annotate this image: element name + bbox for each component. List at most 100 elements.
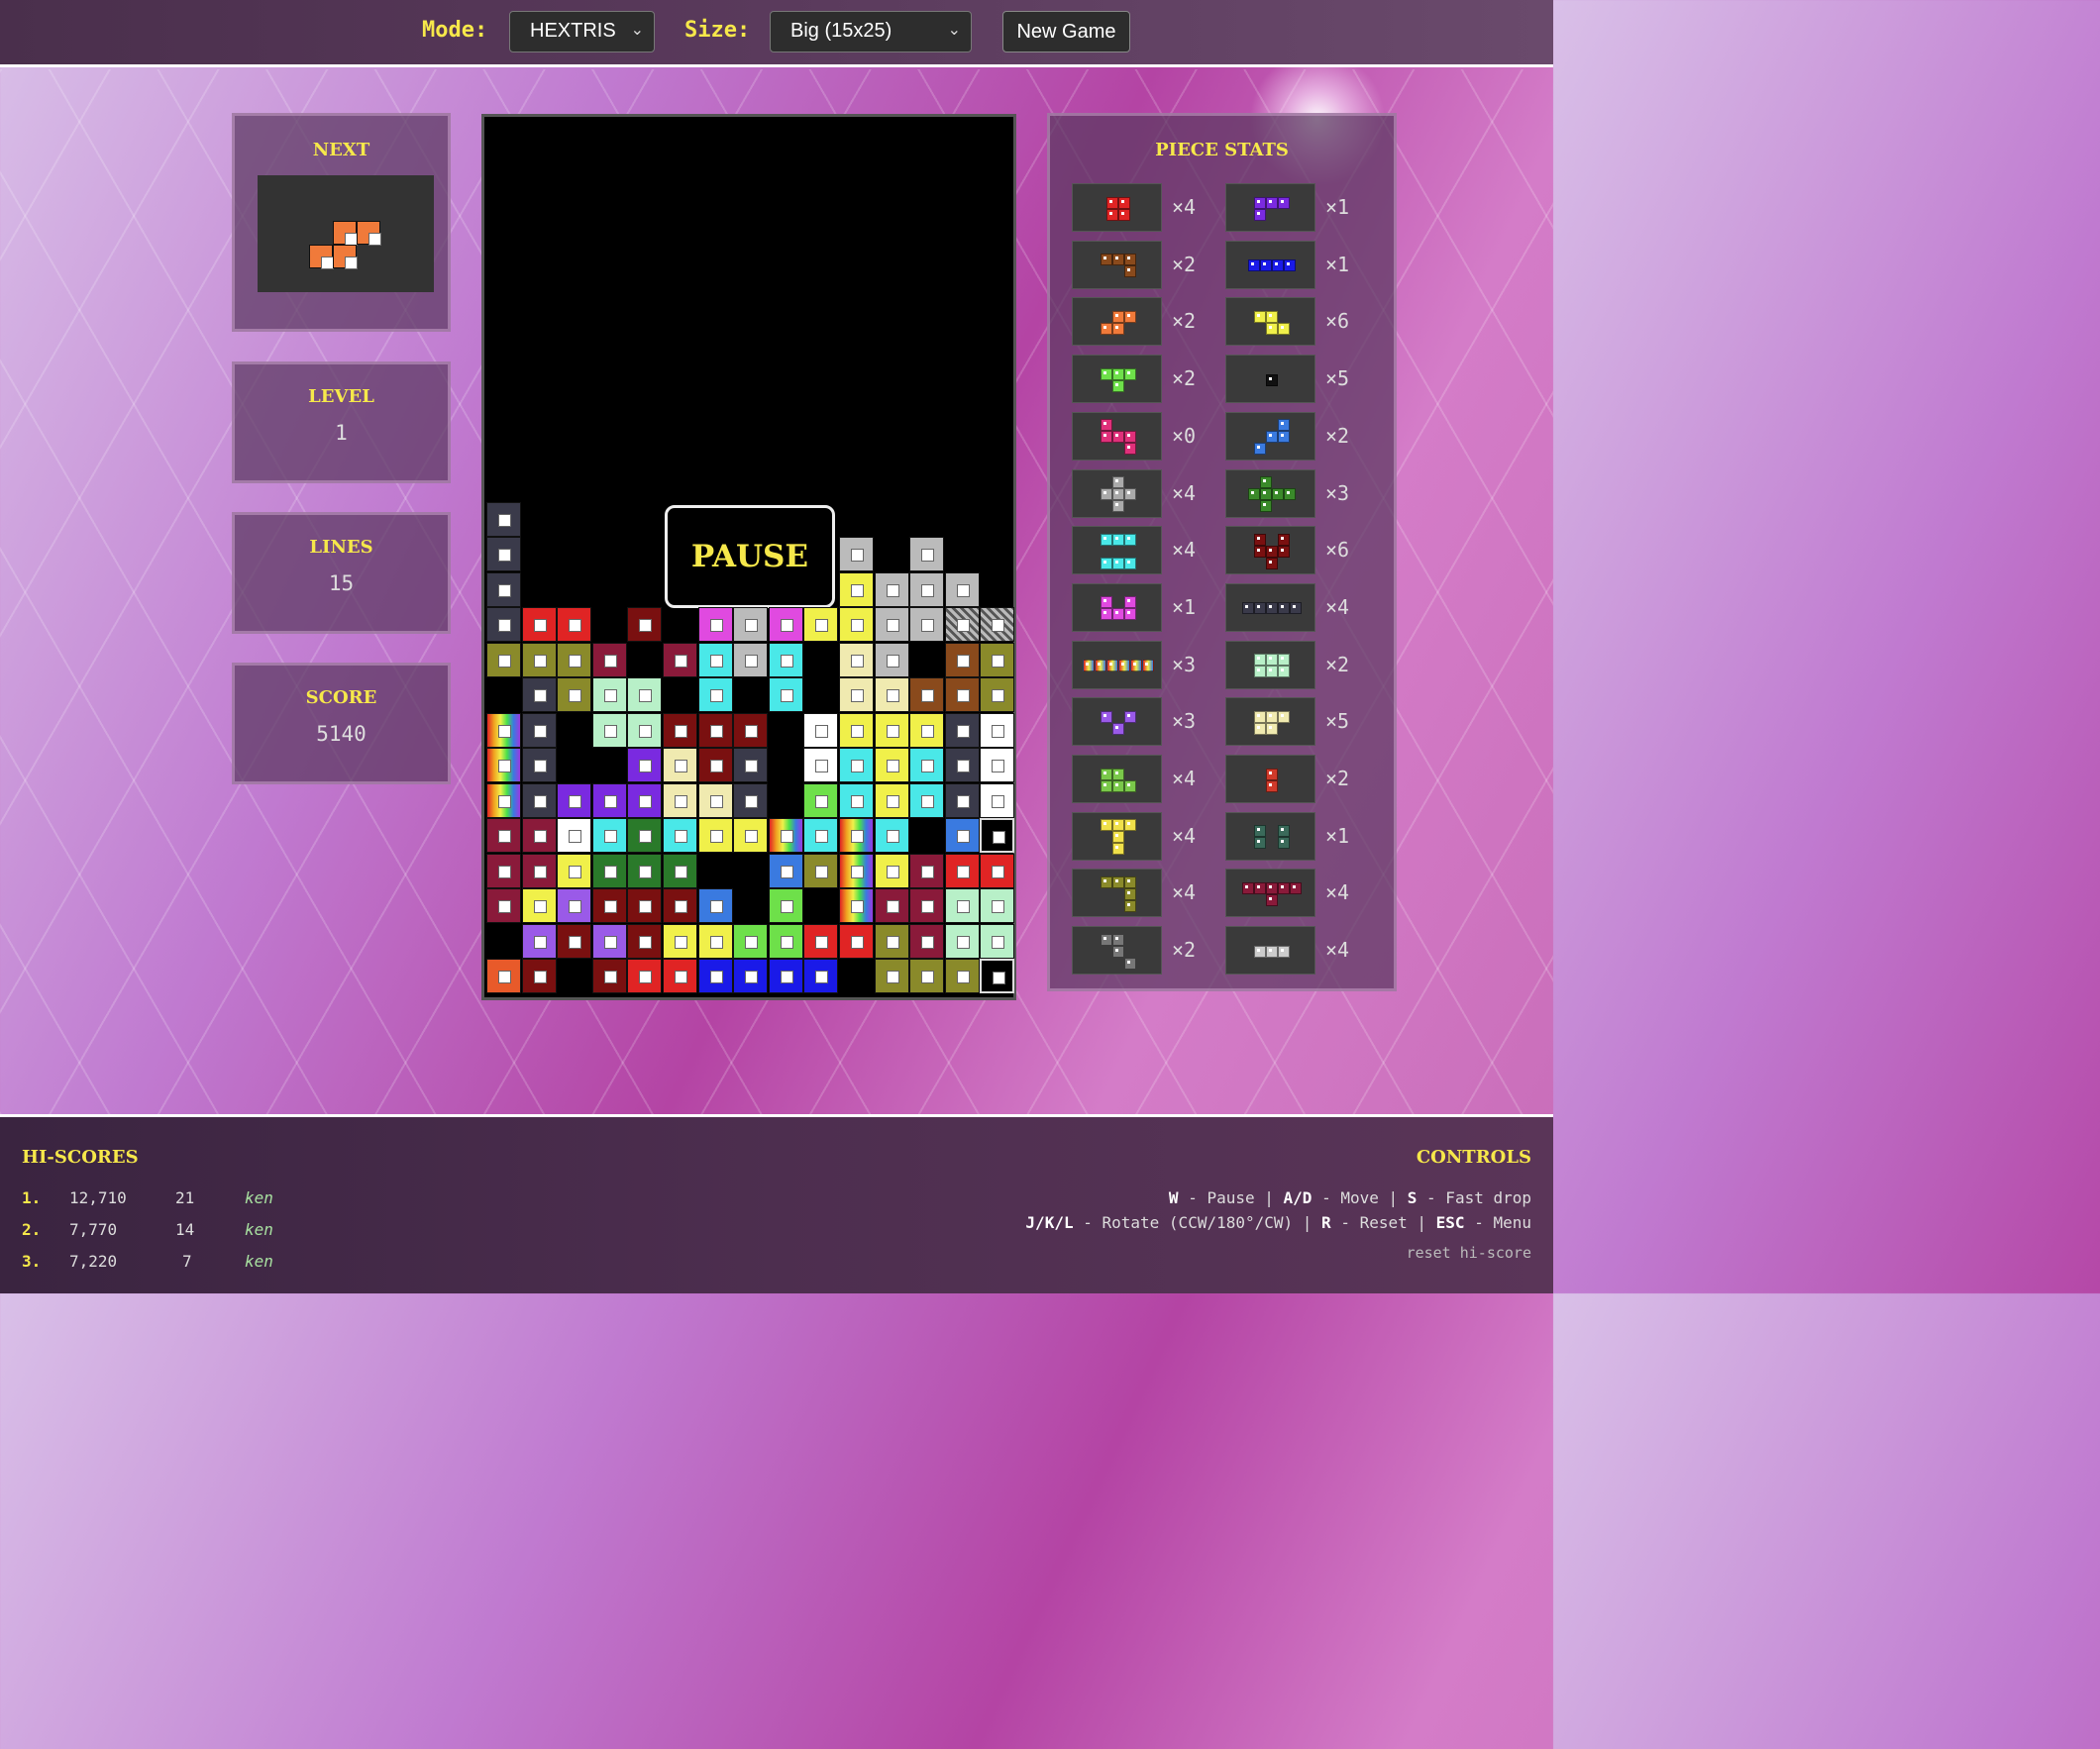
board-block [980,748,1015,782]
board-block [768,642,803,677]
piece-mini-block [1111,557,1124,569]
game-board[interactable]: PAUSE [481,114,1016,1000]
piece-thumbnail [1225,355,1315,404]
piece-mini-block [1117,196,1130,209]
piece-mini-block [1253,710,1266,723]
board-block [874,888,909,923]
board-block [627,923,663,959]
piece-mini-block [1271,259,1284,272]
piece-thumbnail [1072,640,1162,689]
board-block [591,677,627,712]
board-block [733,818,769,853]
board-block [874,923,909,959]
piece-mini-block [1277,431,1290,444]
piece-count: ×2 [1172,252,1197,276]
piece-thumbnail [1072,697,1162,747]
board-block [909,607,945,642]
piece-mini-block [1253,443,1266,456]
piece-mini-block [1253,533,1266,546]
board-block [944,888,980,923]
new-game-button[interactable]: New Game [1002,11,1130,52]
piece-mini-block [1100,933,1112,946]
board-block [980,642,1015,677]
board-block [486,571,521,607]
score-title: SCORE [305,687,377,708]
piece-thumbnail [1225,240,1315,289]
piece-mini-block [1277,196,1290,209]
board-block [627,888,663,923]
piece-mini-block [1283,488,1296,500]
piece-mini-block [1265,666,1278,678]
board-block [909,571,945,607]
piece-mini-block [1111,533,1124,546]
piece-mini-block [1271,488,1284,500]
board-block [944,677,980,712]
board-block [663,748,697,782]
board-block [874,677,909,712]
board-block [839,571,874,607]
board-block [874,853,909,888]
board-block [768,677,803,712]
piece-mini-block [1283,259,1296,272]
piece-mini-block [1123,265,1136,278]
board-block [909,748,945,782]
board-block [944,642,980,677]
board-block [768,959,803,993]
pause-overlay[interactable]: PAUSE [665,505,835,608]
hiscore-lines: 7 [182,1252,192,1271]
piece-mini-block [1111,875,1124,888]
control-desc: - Reset | [1330,1213,1436,1232]
control-key: J/K/L [1025,1213,1074,1232]
piece-thumbnail [1225,697,1315,747]
piece-mini-block [1253,722,1266,735]
size-select[interactable]: Big (15x25) ⌄ [770,11,972,52]
piece-count: ×1 [1325,252,1350,276]
piece-mini-block [1100,608,1112,621]
piece-thumbnail [1225,468,1315,518]
board-block [980,853,1015,888]
control-key: S [1407,1188,1418,1207]
board-block [803,853,839,888]
board-block [591,853,627,888]
piece-mini-block [1277,666,1290,678]
piece-mini-block [1241,881,1254,894]
board-block [557,677,592,712]
board-block [768,923,803,959]
piece-mini-block [1259,500,1272,512]
piece-mini-block [1105,208,1118,221]
board-block [768,607,803,642]
board-block [663,923,697,959]
mode-select[interactable]: HEXTRIS ⌄ [509,11,655,52]
board-block [486,501,521,537]
piece-mini-block [1265,722,1278,735]
piece-mini-block [1265,654,1278,667]
piece-mini-block [1082,660,1095,672]
piece-count: ×3 [1172,652,1197,676]
board-block [486,818,521,853]
board-block [557,782,592,818]
piece-mini-block [1141,660,1154,672]
piece-mini-block [1111,779,1124,792]
hiscore-name: ken [245,1188,273,1207]
piece-mini-block [1247,488,1260,500]
piece-mini-block [1253,837,1266,850]
hiscore-rank: 3. [22,1252,42,1271]
hiscore-lines: 14 [175,1220,195,1239]
piece-mini-block [1277,825,1290,838]
piece-mini-block [1253,666,1266,678]
board-block [486,712,521,748]
hiscore-score: 12,710 [69,1188,127,1207]
piece-mini-block [1265,322,1278,335]
piece-mini-block [1123,443,1136,456]
reset-hiscore-link[interactable]: reset hi-score [1407,1244,1531,1262]
chevron-down-icon: ⌄ [947,22,961,39]
piece-mini-block [1123,533,1136,546]
board-block [874,607,909,642]
piece-mini-block [1289,602,1302,615]
board-block [980,782,1015,818]
piece-mini-block [1123,310,1136,323]
piece-mini-block [1111,367,1124,380]
piece-mini-block [1123,899,1136,912]
board-block [486,607,521,642]
control-key: W [1168,1188,1179,1207]
